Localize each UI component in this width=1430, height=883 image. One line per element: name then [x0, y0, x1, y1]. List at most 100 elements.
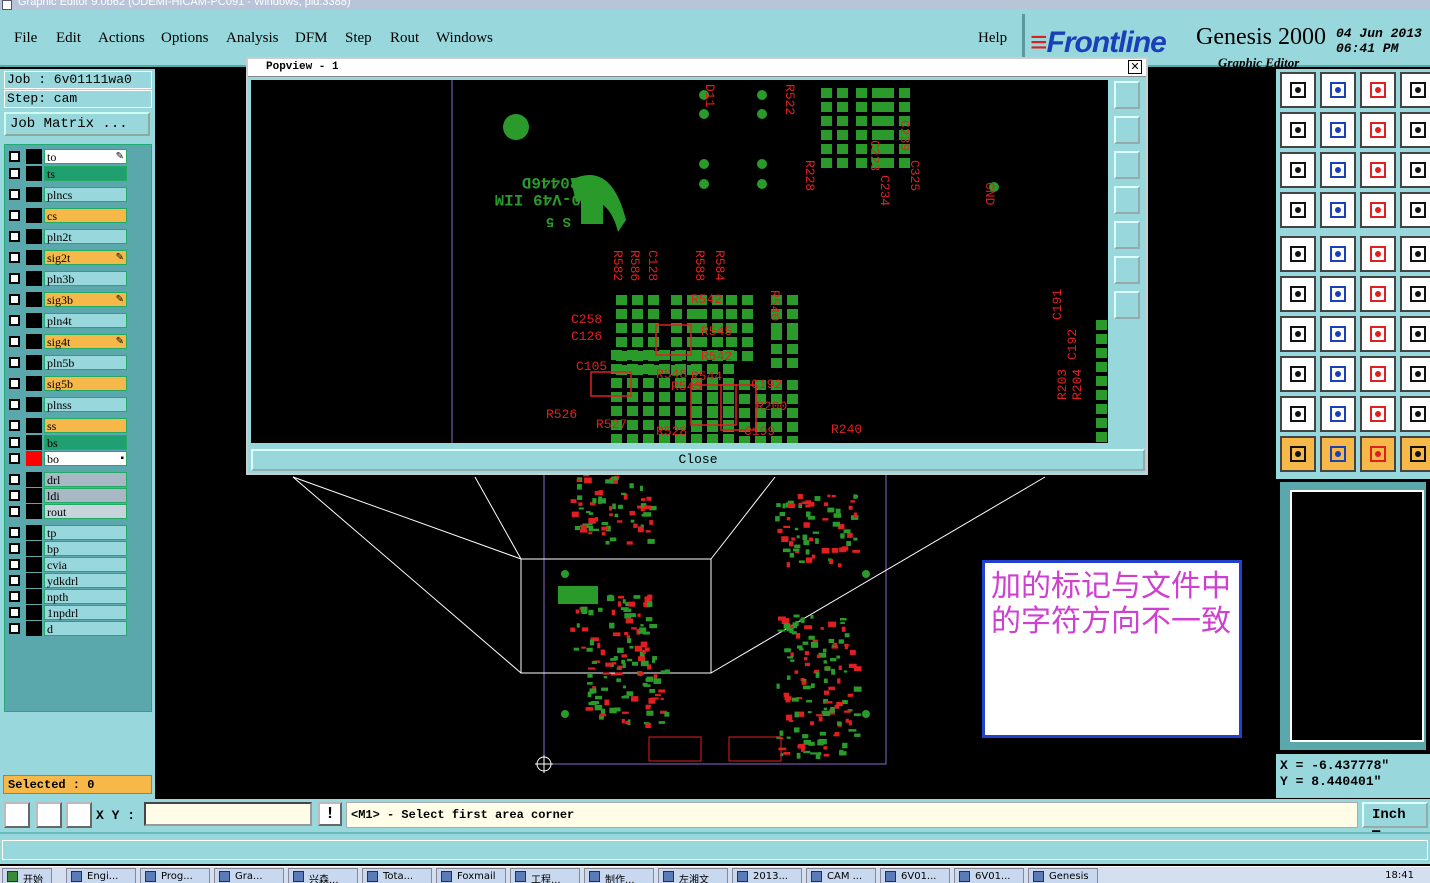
step-next-icon[interactable]	[1320, 112, 1356, 148]
connect-icon[interactable]	[1280, 276, 1316, 312]
cut-icon[interactable]	[1320, 356, 1356, 392]
taskbar-item[interactable]: Prog...	[140, 868, 210, 883]
menu-edit[interactable]: Edit	[56, 30, 81, 47]
zoom-reset-icon[interactable]	[1360, 112, 1396, 148]
layer-checkbox[interactable]	[9, 490, 20, 501]
snap-icon[interactable]	[1280, 356, 1316, 392]
layer-checkbox[interactable]	[9, 151, 20, 162]
delete-icon[interactable]	[1320, 276, 1356, 312]
move-icon[interactable]	[1360, 276, 1396, 312]
layer-checkbox[interactable]	[9, 623, 20, 634]
layer-row-to[interactable]: to ✎	[9, 149, 127, 164]
layer-row-ss[interactable]: ss	[9, 418, 127, 433]
rotate-icon[interactable]	[1360, 316, 1396, 352]
grid-icon[interactable]	[66, 802, 92, 828]
save-icon[interactable]	[1320, 72, 1356, 108]
layer-row-ydkdrl[interactable]: ydkdrl	[9, 573, 127, 588]
switch-icon[interactable]	[1400, 112, 1430, 148]
layer-row-ldi[interactable]: ldi	[9, 488, 127, 503]
units-button[interactable]: Inch ▬	[1362, 802, 1428, 839]
layer-checkbox[interactable]	[9, 575, 20, 586]
scale-icon[interactable]	[1360, 152, 1396, 188]
snap-icon[interactable]	[4, 802, 30, 828]
layer-checkbox[interactable]	[9, 315, 20, 326]
layer-checkbox[interactable]	[9, 559, 20, 570]
pad-icon[interactable]	[1280, 236, 1316, 272]
pointer-area-icon[interactable]	[1360, 436, 1396, 472]
taskbar-item[interactable]: CAM ...	[806, 868, 876, 883]
layer-checkbox[interactable]	[9, 437, 20, 448]
taskbar-item[interactable]: 6V01...	[954, 868, 1024, 883]
layer-row-sig4t[interactable]: sig4t ✎	[9, 334, 127, 349]
popview-close-button[interactable]: Close	[251, 449, 1145, 471]
help-icon[interactable]	[1400, 152, 1430, 188]
layer-row-npth[interactable]: npth	[9, 589, 127, 604]
layer-checkbox[interactable]	[9, 543, 20, 554]
triangle-fill-icon[interactable]	[1400, 396, 1430, 432]
taskbar-item[interactable]: 6V01...	[880, 868, 950, 883]
line-color-icon[interactable]	[1320, 236, 1356, 272]
taskbar-item[interactable]: Foxmail	[436, 868, 506, 883]
pop-pan-left-icon[interactable]	[1114, 186, 1140, 214]
taskbar-item[interactable]: 2013...	[732, 868, 802, 883]
layer-row-plncs[interactable]: plncs	[9, 187, 127, 202]
line-icon[interactable]	[1280, 316, 1316, 352]
layer-row-pln5b[interactable]: pln5b	[9, 355, 127, 370]
layer-row-sig2t[interactable]: sig2t ✎	[9, 250, 127, 265]
menu-windows[interactable]: Windows	[436, 30, 493, 47]
menu-actions[interactable]: Actions	[98, 30, 145, 47]
pointer-icon[interactable]	[1280, 436, 1316, 472]
layer-checkbox[interactable]	[9, 591, 20, 602]
taskbar-item[interactable]: Genesis	[1028, 868, 1098, 883]
layer-checkbox[interactable]	[9, 399, 20, 410]
menu-help[interactable]: Help	[978, 30, 1007, 47]
layer-checkbox[interactable]	[9, 189, 20, 200]
triangle-icon[interactable]	[1280, 396, 1316, 432]
layer-row-bo[interactable]: bo ▪	[9, 451, 127, 466]
start-button[interactable]: 开始	[2, 868, 52, 883]
pan-icon[interactable]	[1320, 152, 1356, 188]
taskbar-item[interactable]: Tota...	[362, 868, 432, 883]
layer-row-tp[interactable]: tp	[9, 525, 127, 540]
layer-row-sig3b[interactable]: sig3b ✎	[9, 292, 127, 307]
layer-row-1npdrl[interactable]: 1npdrl	[9, 605, 127, 620]
layer-checkbox[interactable]	[9, 607, 20, 618]
layer-checkbox[interactable]	[9, 252, 20, 263]
layer-checkbox[interactable]	[9, 168, 20, 179]
menu-step[interactable]: Step	[345, 30, 372, 47]
fit-screen-icon[interactable]	[1280, 152, 1316, 188]
layer-row-cs[interactable]: cs	[9, 208, 127, 223]
grid-icon[interactable]	[1320, 192, 1356, 228]
mirror-icon[interactable]	[1400, 316, 1430, 352]
popview-canvas[interactable]: E20446D 0-V49 IIM S 5 D11 R522 R228 C223 C23…	[251, 80, 1108, 443]
open-job-icon[interactable]	[1280, 72, 1316, 108]
menu-analysis[interactable]: Analysis	[226, 30, 279, 47]
layer-row-pln3b[interactable]: pln3b	[9, 271, 127, 286]
job-matrix-button[interactable]: Job Matrix ...	[4, 112, 150, 136]
layer-row-ts[interactable]: ts	[9, 166, 127, 181]
layer-row-pln2t[interactable]: pln2t	[9, 229, 127, 244]
layer-checkbox[interactable]	[9, 506, 20, 517]
layer-checkbox[interactable]	[9, 474, 20, 485]
add-icon[interactable]	[1400, 276, 1430, 312]
layer-row-d[interactable]: d	[9, 621, 127, 636]
measure-icon[interactable]	[36, 802, 62, 828]
xy-input[interactable]	[144, 802, 312, 826]
warning-button[interactable]: !	[318, 802, 342, 826]
taskbar-item[interactable]: Gra...	[214, 868, 284, 883]
feature-select-icon[interactable]	[1360, 192, 1396, 228]
layer-row-rout[interactable]: rout	[9, 504, 127, 519]
pointer-select-icon[interactable]	[1320, 436, 1356, 472]
taskbar-item[interactable]: 兴森...	[288, 868, 358, 883]
taskbar-item[interactable]: 制作...	[584, 868, 654, 883]
layer-checkbox[interactable]	[9, 336, 20, 347]
overview-canvas[interactable]	[1290, 490, 1424, 742]
ruler-icon[interactable]	[1360, 236, 1396, 272]
layer-row-bs[interactable]: bs	[9, 435, 127, 450]
layer-checkbox[interactable]	[9, 294, 20, 305]
step-prev-icon[interactable]	[1280, 112, 1316, 148]
triangle-arrow-icon[interactable]	[1360, 396, 1396, 432]
layer-checkbox[interactable]	[9, 210, 20, 221]
pop-pan-up-icon[interactable]	[1114, 116, 1140, 144]
copy-icon[interactable]	[1400, 356, 1430, 392]
